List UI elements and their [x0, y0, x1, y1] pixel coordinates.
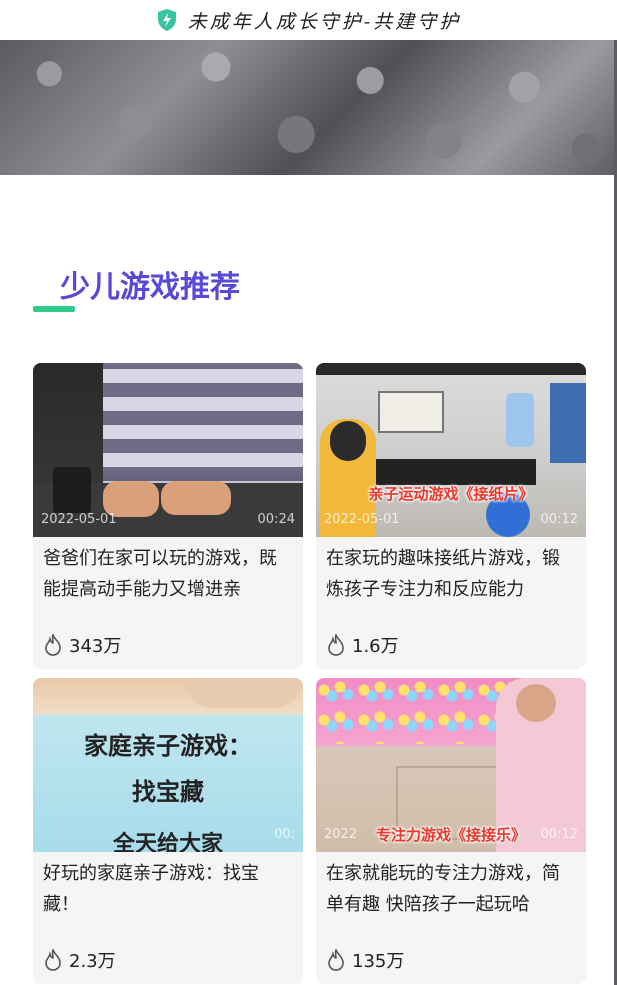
thumbnail-caption: 全天给大家	[112, 832, 223, 852]
video-stats: 2.3万	[33, 936, 303, 984]
flame-icon	[328, 949, 344, 971]
video-duration: 00:12	[540, 827, 578, 842]
video-thumbnail[interactable]: 2022-05-01 00:24	[33, 363, 303, 537]
video-card[interactable]: 家庭亲子游戏： 找宝藏 全天给大家 00: 好玩的家庭亲子游戏：找宝藏！ 2.3…	[33, 678, 303, 984]
video-duration: 00:	[274, 827, 295, 842]
shield-bolt-icon	[157, 9, 176, 31]
thumbnail-caption: 亲子运动游戏《接纸片》	[368, 485, 534, 503]
view-count: 2.3万	[69, 951, 116, 972]
video-date: 2022	[324, 827, 358, 842]
video-thumbnail[interactable]: 专注力游戏《接接乐》 2022 00:12	[316, 678, 586, 852]
section-title-underline	[33, 306, 75, 312]
video-date: 2022-05-01	[41, 512, 117, 527]
view-count: 343万	[69, 636, 122, 657]
video-stats: 343万	[33, 621, 303, 669]
thumbnail-caption: 找宝藏	[132, 778, 204, 806]
video-duration: 00:12	[540, 512, 578, 527]
video-title[interactable]: 爸爸们在家可以玩的游戏，既能提高动手能力又增进亲	[33, 537, 303, 621]
thumbnail-caption: 家庭亲子游戏：	[84, 732, 252, 760]
view-count: 1.6万	[352, 636, 399, 657]
video-thumbnail[interactable]: 家庭亲子游戏： 找宝藏 全天给大家 00:	[33, 678, 303, 852]
video-card[interactable]: 亲子运动游戏《接纸片》 2022-05-01 00:12 在家玩的趣味接纸片游戏…	[316, 363, 586, 669]
video-title[interactable]: 在家玩的趣味接纸片游戏，锻炼孩子专注力和反应能力	[316, 537, 586, 621]
video-stats: 135万	[316, 936, 586, 984]
video-duration: 00:24	[257, 512, 295, 527]
video-card[interactable]: 专注力游戏《接接乐》 2022 00:12 在家就能玩的专注力游戏，简单有趣 快…	[316, 678, 586, 984]
flame-icon	[45, 949, 61, 971]
top-banner: 未成年人成长守护-共建守护	[0, 0, 617, 40]
video-title[interactable]: 在家就能玩的专注力游戏，简单有趣 快陪孩子一起玩哈	[316, 852, 586, 936]
flame-icon	[45, 634, 61, 656]
slogan-text: 未成年人成长守护-共建守护	[187, 10, 462, 33]
video-thumbnail[interactable]: 亲子运动游戏《接纸片》 2022-05-01 00:12	[316, 363, 586, 537]
video-date: 2022-05-01	[324, 512, 400, 527]
view-count: 135万	[352, 951, 405, 972]
flame-icon	[328, 634, 344, 656]
video-card[interactable]: 2022-05-01 00:24 爸爸们在家可以玩的游戏，既能提高动手能力又增进…	[33, 363, 303, 669]
header-banner-image	[0, 40, 617, 175]
video-stats: 1.6万	[316, 621, 586, 669]
video-title[interactable]: 好玩的家庭亲子游戏：找宝藏！	[33, 852, 303, 936]
section-title: 少儿游戏推荐	[60, 270, 240, 305]
